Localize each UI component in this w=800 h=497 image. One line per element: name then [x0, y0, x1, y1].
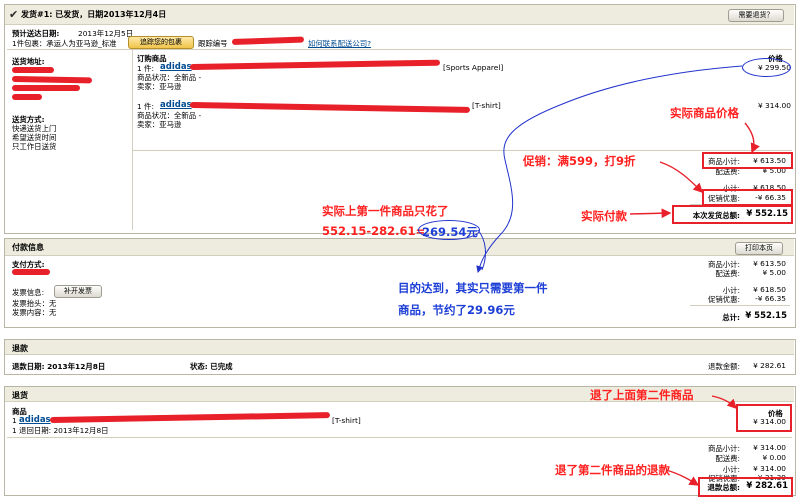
arrow-to-total: [629, 208, 672, 219]
arrow-to-summary: [744, 122, 760, 154]
blue-curve-price-to-result: [476, 65, 743, 273]
arrow-to-return-price: [711, 395, 737, 409]
arrow-to-return-total: [665, 469, 700, 486]
annotation-arrows: [476, 65, 760, 486]
blue-curve-result-to-goal: [477, 229, 486, 271]
arrow-to-promo: [659, 161, 703, 193]
